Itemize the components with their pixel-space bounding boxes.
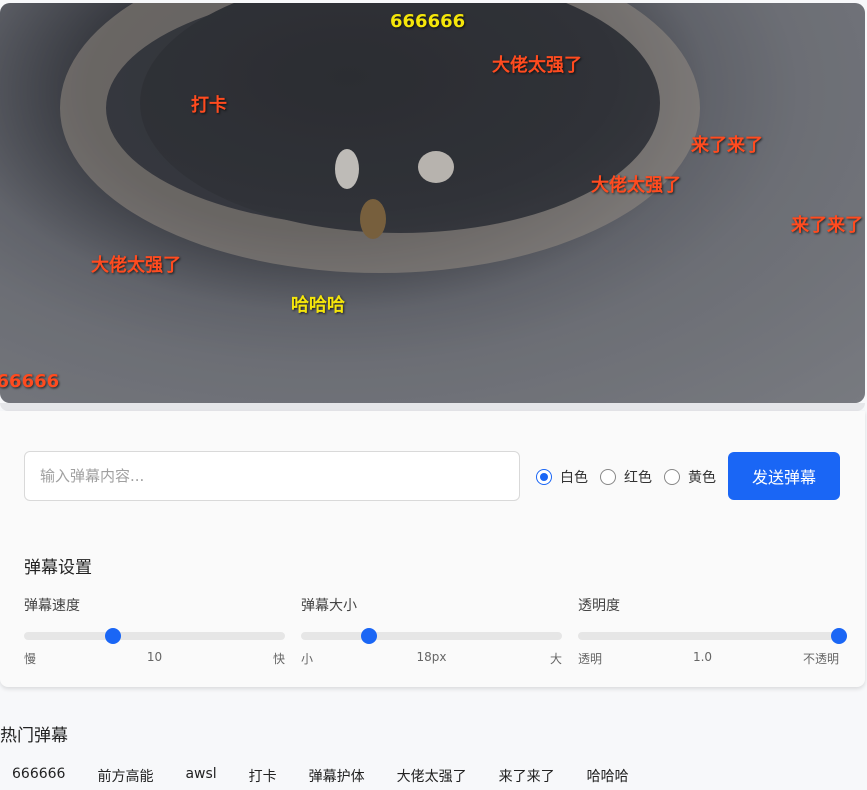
hot-danmaku-item[interactable]: 来了来了 [499,766,555,786]
video-player[interactable]: 666666 大佬太强了 打卡 来了来了 大佬太强了 来了来了 大佬太强了 哈哈… [0,3,865,403]
send-danmaku-button[interactable]: 发送弹幕 [728,452,840,500]
danmaku-item: 来了来了 [791,215,863,236]
danmaku-item: 666666 [0,371,60,392]
speed-slider[interactable] [24,628,285,644]
hot-danmaku-item[interactable]: 弹幕护体 [309,766,365,786]
video-shadow [0,403,865,411]
size-slider[interactable] [301,628,562,644]
speed-setting: 弹幕速度 慢 10 快 [24,595,285,667]
danmaku-item: 打卡 [191,95,227,116]
opacity-setting: 透明度 透明 1.0 不透明 [578,595,847,667]
color-label: 红色 [624,470,652,486]
hot-danmaku-item[interactable]: awsl [185,766,216,786]
radio-icon[interactable] [600,469,616,485]
slider-thumb[interactable] [360,628,377,644]
danmaku-item: 大佬太强了 [492,55,582,76]
danmaku-item: 哈哈哈 [291,295,345,316]
hot-danmaku-title: 热门弹幕 [0,726,68,746]
color-option-yellow[interactable]: 黄色 [664,467,716,487]
hot-danmaku-list: 666666 前方高能 awsl 打卡 弹幕护体 大佬太强了 来了来了 哈哈哈 [12,766,661,786]
danmaku-input[interactable] [24,451,520,501]
slider-value: 18px [416,650,447,664]
danmaku-item: 666666 [390,11,466,32]
slider-thumb[interactable] [104,628,121,644]
slider-label: 透明度 [578,598,620,614]
hot-danmaku-item[interactable]: 大佬太强了 [397,766,467,786]
control-panel: 白色 红色 黄色 发送弹幕 弹幕设置 弹幕速度 慢 10 快 弹幕大小 小 18… [0,411,865,687]
danmaku-item: 大佬太强了 [591,175,681,196]
slider-min-label: 透明 [578,652,603,666]
color-option-red[interactable]: 红色 [600,467,652,487]
hot-danmaku-item[interactable]: 前方高能 [97,766,153,786]
slider-value: 1.0 [692,650,713,664]
slider-min-label: 小 [301,652,314,666]
hot-danmaku-item[interactable]: 哈哈哈 [587,766,629,786]
slider-max-label: 快 [272,652,285,666]
slider-max-label: 不透明 [802,652,839,666]
color-label: 黄色 [688,470,716,486]
radio-selected-icon[interactable] [536,469,552,485]
slider-label: 弹幕大小 [301,598,357,614]
danmaku-item: 大佬太强了 [91,255,181,276]
slider-thumb[interactable] [831,628,847,644]
settings-title: 弹幕设置 [24,558,92,578]
slider-min-label: 慢 [24,652,37,666]
slider-value: 10 [146,650,163,664]
slider-label: 弹幕速度 [24,598,80,614]
opacity-slider[interactable] [578,628,847,644]
color-label: 白色 [560,470,588,486]
danmaku-item: 来了来了 [691,135,763,156]
size-setting: 弹幕大小 小 18px 大 [301,595,562,667]
hot-danmaku-item[interactable]: 666666 [12,766,65,786]
color-option-white[interactable]: 白色 [536,467,588,487]
radio-icon[interactable] [664,469,680,485]
video-overlay [0,3,865,403]
hot-danmaku-item[interactable]: 打卡 [249,766,277,786]
slider-max-label: 大 [549,652,562,666]
